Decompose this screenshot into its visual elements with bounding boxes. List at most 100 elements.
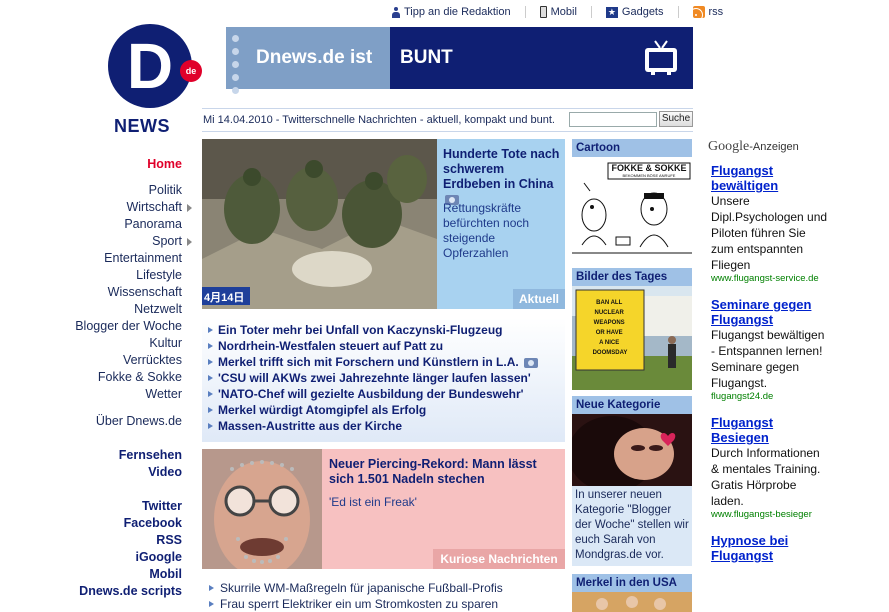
banner-left-text: Dnews.de ist xyxy=(256,47,373,68)
top-story-title[interactable]: Hunderte Tote nach schwerem Erdbeben in … xyxy=(443,147,563,207)
ad-item[interactable]: Hypnose bei Flugangst xyxy=(708,533,828,563)
gadgets-link[interactable]: ★ Gadgets xyxy=(605,6,664,18)
merkel-image[interactable] xyxy=(572,592,692,612)
top-story[interactable]: 4月14日 Hunderte Tote nach schwerem Erdbeb… xyxy=(202,139,565,309)
more-list: Skurrile WM-Maßregeln für japanische Fuß… xyxy=(202,580,565,612)
nav-kultur[interactable]: Kultur xyxy=(60,335,182,352)
cartoon-box[interactable]: Cartoon FOKKE & SOKKE BEKOMMEN BÖSE ANRU… xyxy=(572,139,692,261)
ad-url[interactable]: www.flugangst-service.de xyxy=(711,273,828,285)
ad-title[interactable]: Seminare gegen Flugangst xyxy=(711,297,828,327)
neue-text[interactable]: In unserer neuen Kategorie "Blogger der … xyxy=(572,486,692,566)
chevron-right-icon xyxy=(187,204,192,212)
neue-image[interactable] xyxy=(572,414,692,486)
search-input[interactable] xyxy=(569,112,657,127)
logo-wordmark: NEWS xyxy=(114,116,170,136)
headline-item[interactable]: Nordrhein-Westfalen steuert auf Patt zu xyxy=(202,338,565,354)
nav-ueber[interactable]: Über Dnews.de xyxy=(60,413,182,430)
kuriose-tag[interactable]: Kuriose Nachrichten xyxy=(433,549,565,569)
list-item[interactable]: Skurrile WM-Maßregeln für japanische Fuß… xyxy=(202,580,565,596)
aktuell-tag[interactable]: Aktuell xyxy=(513,289,565,309)
headline-item[interactable]: Merkel würdigt Atomgipfel als Erfolg xyxy=(202,402,565,418)
banner-right-text: BUNT xyxy=(400,47,453,68)
curious-story-title[interactable]: Neuer Piercing-Rekord: Mann lässt sich 1… xyxy=(329,457,561,487)
bilder-image[interactable]: BAN ALL NUCLEAR WEAPONS OR HAVE A NICE D… xyxy=(572,286,692,390)
neue-heading: Neue Kategorie xyxy=(572,396,692,414)
tipp-link[interactable]: Tipp an die Redaktion xyxy=(392,6,511,18)
nav-verruecktes[interactable]: Verrücktes xyxy=(60,352,182,369)
search-button[interactable]: Suche xyxy=(659,111,693,127)
nav-fernsehen[interactable]: Fernsehen xyxy=(60,447,182,464)
nav-netzwelt[interactable]: Netzwelt xyxy=(60,301,182,318)
earthquake-photo-art xyxy=(202,139,437,309)
google-ads: Google -Anzeigen Flugangst bewältigen Un… xyxy=(708,139,828,563)
nav-panorama[interactable]: Panorama xyxy=(60,216,182,233)
ad-item[interactable]: Flugangst Besiegen Durch Informationen &… xyxy=(708,415,828,521)
piercing-photo[interactable] xyxy=(202,449,322,569)
headline-item[interactable]: Merkel trifft sich mit Forschern und Kün… xyxy=(202,354,565,370)
nav-fokke-sokke[interactable]: Fokke & Sokke xyxy=(60,369,182,386)
nav-politik[interactable]: Politik xyxy=(60,182,182,199)
chevron-right-icon xyxy=(187,238,192,246)
merkel-art xyxy=(572,592,692,612)
headline-item[interactable]: 'NATO-Chef will gezielte Ausbildung der … xyxy=(202,386,565,402)
logo-letter: D xyxy=(126,30,174,102)
merkel-usa-box[interactable]: Merkel in den USA xyxy=(572,574,692,612)
divider xyxy=(677,6,679,18)
earthquake-photo[interactable]: 4月14日 xyxy=(202,139,437,309)
ad-url[interactable]: www.flugangst-besieger xyxy=(711,509,828,521)
mobil-link[interactable]: Mobil xyxy=(539,6,577,18)
ad-item[interactable]: Seminare gegen Flugangst Flugangst bewäl… xyxy=(708,297,828,403)
nav-lifestyle[interactable]: Lifestyle xyxy=(60,267,182,284)
phone-icon xyxy=(539,6,547,18)
person-icon xyxy=(392,6,400,18)
header-banner[interactable]: Dnews.de ist BUNT xyxy=(226,27,693,94)
rss-icon xyxy=(692,6,705,18)
headline-item[interactable]: Massen-Austritte aus der Kirche xyxy=(202,418,565,434)
left-nav: Home Politik Wirtschaft Panorama Sport E… xyxy=(60,156,192,600)
nav-wetter[interactable]: Wetter xyxy=(60,386,182,403)
nav-twitter[interactable]: Twitter xyxy=(60,498,182,515)
tv-icon xyxy=(645,40,677,75)
nav-mobil[interactable]: Mobil xyxy=(60,566,182,583)
headline-item[interactable]: Ein Toter mehr bei Unfall von Kaczynski-… xyxy=(202,322,565,338)
ad-body: Durch Informationen & mentales Training.… xyxy=(711,446,821,508)
piercing-photo-art xyxy=(202,449,322,569)
ad-title[interactable]: Flugangst Besiegen xyxy=(711,415,828,445)
nav-sport[interactable]: Sport xyxy=(60,233,192,250)
logo-badge: de xyxy=(180,60,202,82)
divider xyxy=(590,6,592,18)
nav-entertainment[interactable]: Entertainment xyxy=(60,250,182,267)
nav-blogger[interactable]: Blogger der Woche xyxy=(60,318,182,335)
ad-title[interactable]: Flugangst bewältigen xyxy=(711,163,828,193)
nav-wissenschaft[interactable]: Wissenschaft xyxy=(60,284,182,301)
curious-story[interactable]: Neuer Piercing-Rekord: Mann lässt sich 1… xyxy=(202,449,565,569)
google-logo: Google xyxy=(708,139,750,154)
bilder-heading: Bilder des Tages xyxy=(572,268,692,286)
nav-facebook[interactable]: Facebook xyxy=(60,515,182,532)
ad-url[interactable]: flugangst24.de xyxy=(711,391,828,403)
nav-igoogle[interactable]: iGoogle xyxy=(60,549,182,566)
cartoon-subtitle: BEKOMMEN BÖSE ANRUFE xyxy=(623,173,676,178)
headline-item[interactable]: 'CSU will AKWs zwei Jahrezehnte länger l… xyxy=(202,370,565,386)
nav-video[interactable]: Video xyxy=(60,464,182,481)
nav-wirtschaft[interactable]: Wirtschaft xyxy=(60,199,192,216)
cartoon-art: FOKKE & SOKKE BEKOMMEN BÖSE ANRUFE xyxy=(572,162,692,254)
list-item[interactable]: Frau sperrt Elektriker ein um Stromkoste… xyxy=(202,596,565,612)
nav-scripts[interactable]: Dnews.de scripts xyxy=(60,583,182,600)
bilder-art: BAN ALL NUCLEAR WEAPONS OR HAVE A NICE D… xyxy=(572,286,692,390)
ad-item[interactable]: Flugangst bewältigen Unsere Dipl.Psychol… xyxy=(708,163,828,285)
merkel-heading: Merkel in den USA xyxy=(572,574,692,592)
cartoon-image[interactable]: FOKKE & SOKKE BEKOMMEN BÖSE ANRUFE xyxy=(572,157,692,261)
ad-title[interactable]: Hypnose bei Flugangst xyxy=(711,533,828,563)
rss-link[interactable]: rss xyxy=(692,6,723,18)
nav-rss[interactable]: RSS xyxy=(60,532,182,549)
pictures-of-day-box[interactable]: Bilder des Tages BAN ALL NUCLEAR WEAPONS… xyxy=(572,268,692,390)
banner-right: BUNT xyxy=(390,27,693,89)
nav-home[interactable]: Home xyxy=(60,156,182,173)
site-logo[interactable]: D de NEWS xyxy=(106,24,202,136)
camera-icon xyxy=(524,357,539,368)
star-icon: ★ xyxy=(605,6,618,18)
new-category-box[interactable]: Neue Kategorie In unserer neuen Kategori… xyxy=(572,396,692,566)
